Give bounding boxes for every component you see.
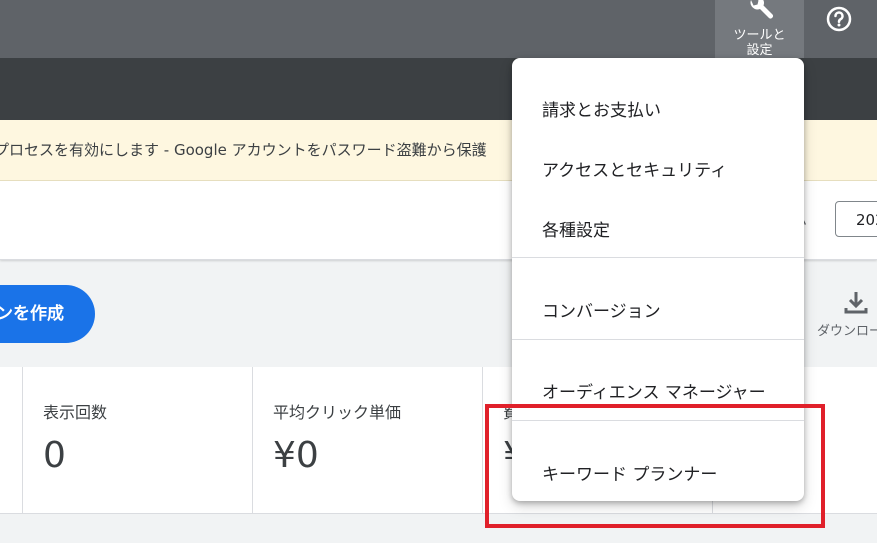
download-label[interactable]: ダウンロー <box>817 320 877 339</box>
date-range-field[interactable]: 202 <box>835 201 877 237</box>
menu-item-label: 各種設定 <box>542 221 610 241</box>
stat-avg-cpc-title: 平均クリック単価 <box>273 403 402 422</box>
banner-text: プロセスを有効にします - Google アカウントをパスワード盗難から保護 <box>0 141 487 159</box>
tools-label-line2: 設定 <box>746 43 773 58</box>
menu-item-billing[interactable]: 請求とお支払い <box>512 68 804 128</box>
stat-avg-cpc-value: ¥0 <box>273 435 319 476</box>
tools-label: ツールと 設定 <box>715 28 804 58</box>
stat-divider <box>252 367 253 513</box>
highlight-annotation-box <box>485 404 825 528</box>
stat-impressions-value: 0 <box>43 435 66 476</box>
menu-item-settings[interactable]: 各種設定 <box>512 188 804 248</box>
stat-divider <box>482 367 483 513</box>
menu-item-label: 請求とお支払い <box>542 101 661 121</box>
tools-label-line1: ツールと <box>733 28 786 43</box>
create-campaign-button[interactable]: ンを作成 <box>0 285 95 343</box>
menu-divider <box>512 339 804 340</box>
create-campaign-label: ンを作成 <box>0 304 64 324</box>
menu-item-label: コンバージョン <box>542 302 661 322</box>
top-app-bar: ツールと 設定 <box>0 0 877 58</box>
stat-impressions-title: 表示回数 <box>43 403 108 422</box>
menu-item-access-security[interactable]: アクセスとセキュリティ <box>512 128 804 188</box>
download-icon[interactable] <box>843 289 869 315</box>
menu-item-label: アクセスとセキュリティ <box>542 161 728 181</box>
wrench-icon <box>750 0 773 19</box>
menu-divider <box>512 257 804 258</box>
tools-and-settings-button[interactable]: ツールと 設定 <box>715 0 804 58</box>
stat-divider <box>22 367 23 513</box>
menu-item-conversions[interactable]: コンバージョン <box>512 269 804 329</box>
menu-item-audience-manager[interactable]: オーディエンス マネージャー <box>512 350 804 410</box>
help-icon[interactable] <box>825 5 853 33</box>
menu-item-label: オーディエンス マネージャー <box>542 383 766 403</box>
